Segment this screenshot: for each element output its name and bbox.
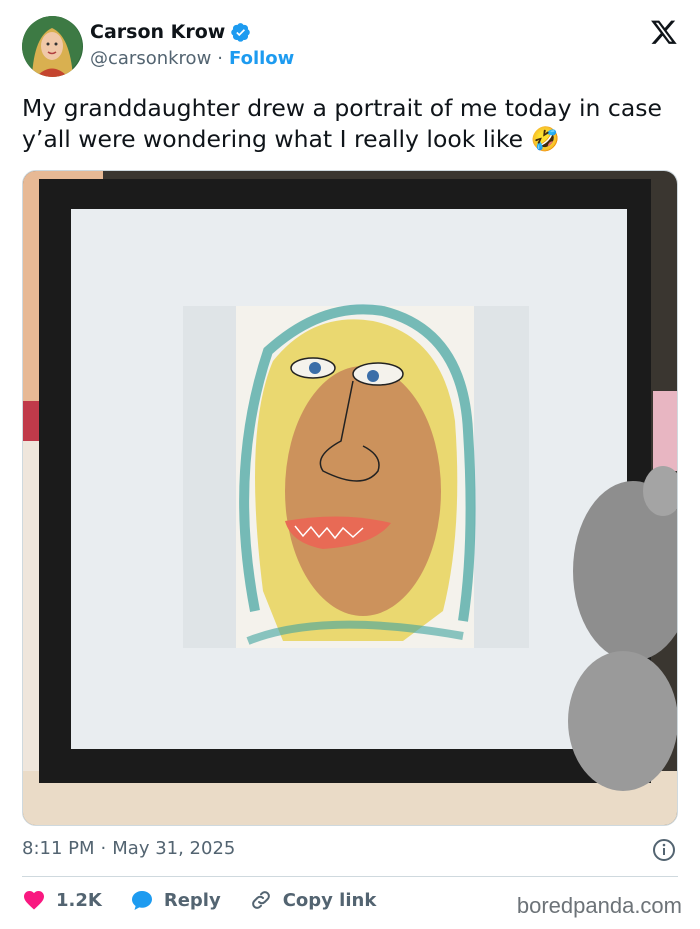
tweet-photo[interactable] [22, 170, 678, 826]
watermark: boredpanda.com [516, 893, 682, 918]
divider [22, 876, 678, 877]
reply-button[interactable]: Reply [130, 888, 221, 912]
like-count: 1.2K [56, 889, 102, 911]
x-logo-icon[interactable] [650, 18, 678, 46]
tweet-timestamp[interactable]: 8:11 PM · May 31, 2025 [22, 838, 235, 859]
follow-button[interactable]: Follow [229, 48, 294, 69]
action-bar: 1.2K Reply Copy link [22, 888, 404, 912]
separator-dot: · [100, 838, 107, 859]
link-icon [251, 891, 270, 909]
copy-link-label: Copy link [282, 889, 377, 911]
tweet-time[interactable]: 8:11 PM [22, 838, 95, 859]
verified-badge-icon [231, 23, 251, 42]
reply-label: Reply [163, 889, 221, 911]
reply-bubble-icon [131, 891, 152, 910]
heart-icon [24, 891, 44, 910]
like-button[interactable]: 1.2K [22, 888, 102, 912]
tweet-date[interactable]: May 31, 2025 [112, 838, 235, 859]
author-name[interactable]: Carson Krow [90, 21, 225, 43]
author-handle[interactable]: @carsonkrow [90, 48, 211, 69]
copy-link-button[interactable]: Copy link [249, 888, 377, 912]
photo-framed-drawing [23, 171, 677, 825]
separator-dot: · [217, 48, 224, 69]
tweet-card: Carson Krow @carsonkrow · Follow My gran… [0, 0, 700, 929]
avatar[interactable] [22, 16, 83, 77]
tweet-text: My granddaughter drew a portrait of me t… [22, 94, 662, 153]
info-icon[interactable] [652, 838, 676, 862]
